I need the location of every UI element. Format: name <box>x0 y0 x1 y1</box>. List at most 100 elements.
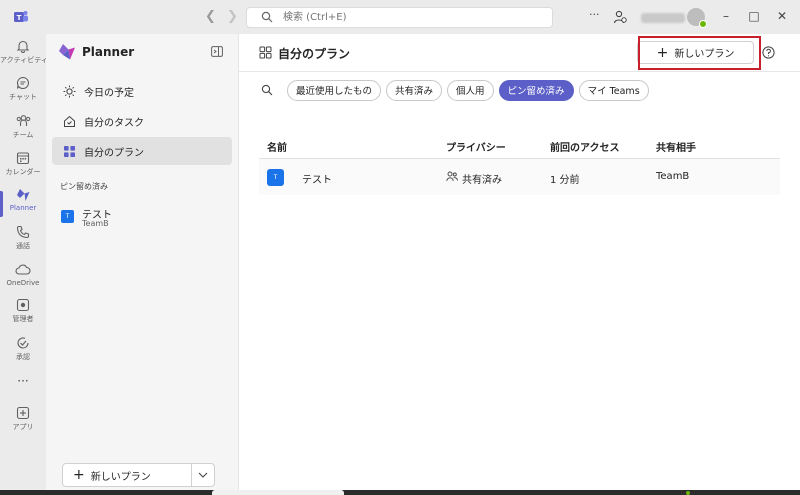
filter-chip-recent[interactable]: 最近使用したもの <box>287 79 382 101</box>
nav-item-label: 自分のプラン <box>84 147 144 159</box>
filter-chip-personal[interactable]: 個人用 <box>447 79 494 101</box>
calendar-icon <box>16 152 30 165</box>
rail-item-teams[interactable]: チーム <box>0 114 46 152</box>
nav-item-my-plans[interactable]: 自分のプラン <box>52 137 232 165</box>
grid-outline-icon <box>259 46 272 59</box>
plans-table: 名前 プライバシー 前回のアクセス 共有相手 T テスト 共有済み 1 分前 T… <box>259 131 780 195</box>
rail-label: OneDrive <box>6 279 40 287</box>
nav-item-label: 今日の予定 <box>84 87 134 99</box>
app-rail: アクティビティ チャット チーム カレンダー Planner 通話 OneDri… <box>0 34 48 495</box>
teams-icon <box>16 115 30 126</box>
rail-label: Planner <box>9 204 37 212</box>
people-icon <box>446 171 458 182</box>
sun-icon <box>62 84 76 98</box>
rail-label: アプリ <box>12 423 34 431</box>
apps-icon <box>16 406 30 420</box>
rail-label: チーム <box>12 131 34 139</box>
rail-label: 通話 <box>16 242 30 250</box>
pinned-plan-item[interactable]: T テスト TeamB <box>60 206 230 230</box>
plan-shared-with: TeamB <box>656 171 690 182</box>
account-name-blurred <box>641 13 685 23</box>
rail-label: 管理者 <box>12 315 34 323</box>
rail-item-admin[interactable]: 管理者 <box>0 298 46 336</box>
account-avatar[interactable] <box>641 8 707 28</box>
rail-label: カレンダー <box>5 168 41 176</box>
taskbar-strip <box>0 490 800 495</box>
status-dot-icon <box>686 491 690 495</box>
close-icon[interactable]: ✕ <box>775 9 789 23</box>
nav-item-my-tasks[interactable]: 自分のタスク <box>52 107 232 135</box>
main-header: 自分のプラン + 新しいプラン <box>239 34 800 72</box>
new-plan-split-button: + 新しいプラン <box>62 463 215 487</box>
title-bar: T ❮ ❯ ··· – □ ✕ <box>0 0 800 34</box>
nav-item-label: 自分のタスク <box>84 117 144 129</box>
org-switch-icon[interactable] <box>613 10 627 24</box>
search-input[interactable] <box>283 10 533 25</box>
maximize-icon[interactable]: □ <box>747 9 761 23</box>
plan-name[interactable]: テスト <box>302 171 332 186</box>
rail-item-activity[interactable]: アクティビティ <box>0 39 48 77</box>
collapse-sidebar-icon[interactable] <box>211 46 223 57</box>
planner-logo-icon <box>59 44 75 60</box>
grid-icon <box>62 144 76 158</box>
search-icon[interactable] <box>261 84 273 96</box>
app-name: Planner <box>82 45 135 59</box>
rail-item-planner[interactable]: Planner <box>0 188 46 226</box>
more-options-icon[interactable]: ··· <box>589 8 600 21</box>
back-arrow-icon[interactable]: ❮ <box>205 9 216 24</box>
column-header-shared-with[interactable]: 共有相手 <box>656 139 696 154</box>
filter-chip-pinned[interactable]: ピン留め済み <box>498 79 574 101</box>
filter-bar: 最近使用したもの 共有済み 個人用 ピン留め済み マイ Teams <box>261 78 654 102</box>
plan-badge-icon: T <box>61 210 74 223</box>
presence-available-icon <box>699 20 707 28</box>
chat-icon <box>16 76 29 89</box>
bell-icon <box>16 40 30 53</box>
taskbar-item <box>212 490 344 495</box>
approval-icon <box>17 337 29 349</box>
column-header-privacy[interactable]: プライバシー <box>446 139 506 154</box>
home-icon <box>62 114 76 128</box>
search-icon <box>261 11 273 23</box>
rail-item-calls[interactable]: 通話 <box>0 225 46 263</box>
plus-icon: + <box>73 467 85 483</box>
table-row[interactable]: T テスト 共有済み 1 分前 TeamB <box>259 159 780 195</box>
cloud-icon <box>15 264 31 275</box>
plan-last-access: 1 分前 <box>550 175 580 186</box>
column-header-name[interactable]: 名前 <box>267 139 287 154</box>
rail-label: アクティビティ <box>0 56 48 64</box>
minimize-icon[interactable]: – <box>719 9 733 23</box>
rail-label: 承認 <box>16 353 30 361</box>
main-content: 自分のプラン + 新しいプラン 最近使用したもの 共有済み 個人用 ピン留め済み… <box>239 34 800 490</box>
plan-badge-icon: T <box>267 169 284 186</box>
column-header-last-access[interactable]: 前回のアクセス <box>550 139 620 154</box>
plan-privacy: 共有済み <box>462 175 502 186</box>
pinned-section-title: ピン留め済み <box>60 182 108 191</box>
rail-item-calendar[interactable]: カレンダー <box>0 151 46 189</box>
filter-chip-shared[interactable]: 共有済み <box>386 79 443 101</box>
page-title: 自分のプラン <box>278 47 351 61</box>
help-icon[interactable] <box>762 46 775 59</box>
planner-sidebar: Planner 今日の予定 自分のタスク 自分のプラン ピン留め済み T テスト… <box>46 34 239 495</box>
table-header: 名前 プライバシー 前回のアクセス 共有相手 <box>259 131 780 159</box>
svg-text:T: T <box>17 14 22 22</box>
chevron-down-icon <box>198 472 208 478</box>
pinned-plan-subtitle: TeamB <box>82 219 109 228</box>
new-plan-dropdown-button[interactable] <box>192 464 214 486</box>
rail-label: チャット <box>9 93 37 101</box>
admin-icon <box>16 298 30 312</box>
highlight-annotation <box>638 36 761 70</box>
rail-item-onedrive[interactable]: OneDrive <box>0 263 46 301</box>
phone-icon <box>16 225 30 239</box>
app-title: Planner <box>58 42 134 62</box>
search-box[interactable] <box>246 7 553 28</box>
rail-item-apps[interactable]: アプリ <box>0 406 46 444</box>
rail-item-chat[interactable]: チャット <box>0 76 46 114</box>
forward-arrow-icon[interactable]: ❯ <box>227 9 238 24</box>
rail-item-approvals[interactable]: 承認 <box>0 336 46 374</box>
new-plan-label: 新しいプラン <box>90 471 151 483</box>
sidebar-new-plan-button[interactable]: + 新しいプラン <box>63 464 191 486</box>
filter-chip-my-teams[interactable]: マイ Teams <box>578 79 649 101</box>
planner-icon <box>16 189 29 201</box>
teams-logo-icon: T <box>14 11 28 22</box>
nav-item-today[interactable]: 今日の予定 <box>52 77 232 105</box>
